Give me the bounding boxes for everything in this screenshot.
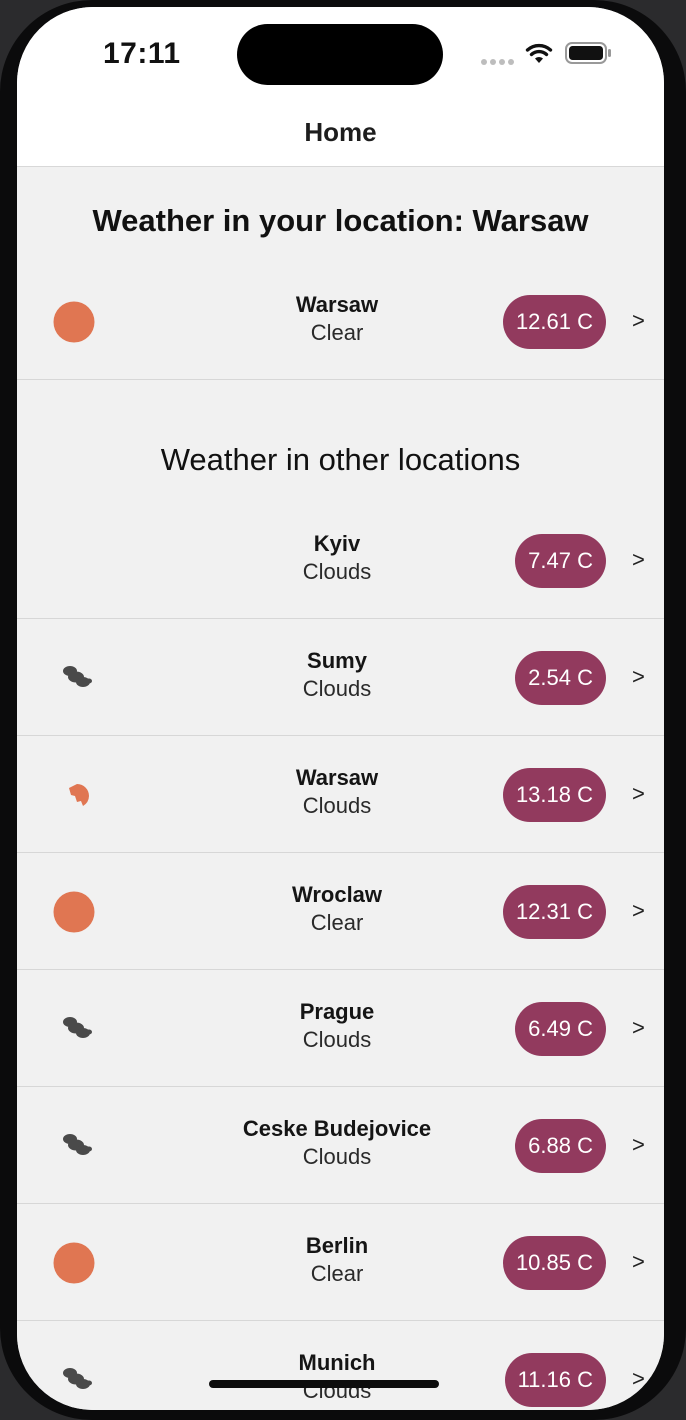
- status-bar: 17:11: [17, 7, 664, 107]
- weather-list[interactable]: Weather in your location: Warsaw Warsaw …: [17, 167, 664, 1410]
- city-name: Wroclaw: [291, 882, 383, 907]
- location-row-wroclaw[interactable]: Wroclaw Clear 12.31 C >: [17, 854, 664, 970]
- dark-clouds-icon: [63, 1134, 92, 1155]
- location-row-sumy[interactable]: Sumy Clouds 2.54 C >: [17, 620, 664, 736]
- weather-condition: Clouds: [302, 1027, 372, 1052]
- location-row-kyiv[interactable]: Kyiv Clouds 7.47 C >: [17, 503, 664, 619]
- partly-cloudy-icon: [69, 784, 89, 806]
- chevron-right-icon: >: [632, 1366, 645, 1391]
- cellular-signal-icon: [481, 59, 515, 65]
- chevron-right-icon: >: [632, 781, 645, 806]
- dark-clouds-icon: [63, 666, 92, 687]
- city-name: Munich: [298, 1350, 376, 1375]
- chevron-right-icon: >: [632, 308, 645, 333]
- chevron-right-icon: >: [632, 1132, 645, 1157]
- city-name: Kyiv: [313, 531, 361, 556]
- temperature-badge: 7.47 C: [515, 534, 606, 588]
- temperature-badge: 2.54 C: [515, 651, 606, 705]
- dark-clouds-icon: [63, 1017, 92, 1038]
- chevron-right-icon: >: [632, 1015, 645, 1040]
- other-locations-heading: Weather in other locations: [160, 442, 521, 477]
- weather-condition: Clouds: [302, 793, 372, 818]
- sun-icon: [53, 301, 95, 343]
- weather-condition: Clouds: [302, 676, 372, 701]
- screen: 17:11 Home Weather in your location: War…: [17, 7, 664, 1410]
- location-row-ceske-budejovice[interactable]: Ceske Budejovice Clouds 6.88 C >: [17, 1088, 664, 1204]
- chevron-right-icon: >: [632, 1249, 645, 1274]
- temperature-badge: 6.49 C: [515, 1002, 606, 1056]
- navigation-bar: Home: [17, 107, 664, 167]
- location-row-prague[interactable]: Prague Clouds 6.49 C >: [17, 971, 664, 1087]
- current-location-heading: Weather in your location: Warsaw: [92, 203, 589, 238]
- home-indicator[interactable]: [209, 1380, 439, 1388]
- battery-icon: [565, 42, 611, 64]
- weather-condition: Clear: [310, 1261, 364, 1286]
- weather-condition: Clear: [310, 320, 364, 345]
- temperature-badge: 6.88 C: [515, 1119, 606, 1173]
- wifi-icon: [525, 43, 553, 63]
- current-location-row[interactable]: Warsaw Clear 12.61 C >: [17, 264, 664, 380]
- sun-icon: [53, 1242, 95, 1284]
- temperature-badge: 12.61 C: [502, 295, 606, 349]
- city-name: Berlin: [305, 1233, 369, 1258]
- temperature-badge: 10.85 C: [502, 1236, 606, 1290]
- weather-condition: Clear: [310, 910, 364, 935]
- city-name: Ceske Budejovice: [242, 1116, 432, 1141]
- chevron-right-icon: >: [632, 547, 645, 572]
- city-name: Warsaw: [295, 765, 379, 790]
- city-name: Prague: [299, 999, 375, 1024]
- location-row-berlin[interactable]: Berlin Clear 10.85 C >: [17, 1205, 664, 1321]
- nav-title: Home: [304, 117, 377, 147]
- chevron-right-icon: >: [632, 664, 645, 689]
- weather-condition: Clouds: [302, 1144, 372, 1169]
- dark-clouds-icon: [63, 1368, 92, 1389]
- location-row-munich[interactable]: Munich Clouds 11.16 C >: [17, 1322, 664, 1410]
- temperature-badge: 12.31 C: [502, 885, 606, 939]
- dynamic-island: [237, 24, 443, 85]
- weather-condition: Clouds: [302, 559, 372, 584]
- status-time: 17:11: [103, 37, 181, 70]
- location-row-warsaw[interactable]: Warsaw Clouds 13.18 C >: [17, 737, 664, 853]
- sun-icon: [53, 891, 95, 933]
- chevron-right-icon: >: [632, 898, 645, 923]
- city-name: Sumy: [307, 648, 367, 673]
- temperature-badge: 11.16 C: [504, 1353, 606, 1407]
- city-name: Warsaw: [295, 292, 379, 317]
- temperature-badge: 13.18 C: [502, 768, 606, 822]
